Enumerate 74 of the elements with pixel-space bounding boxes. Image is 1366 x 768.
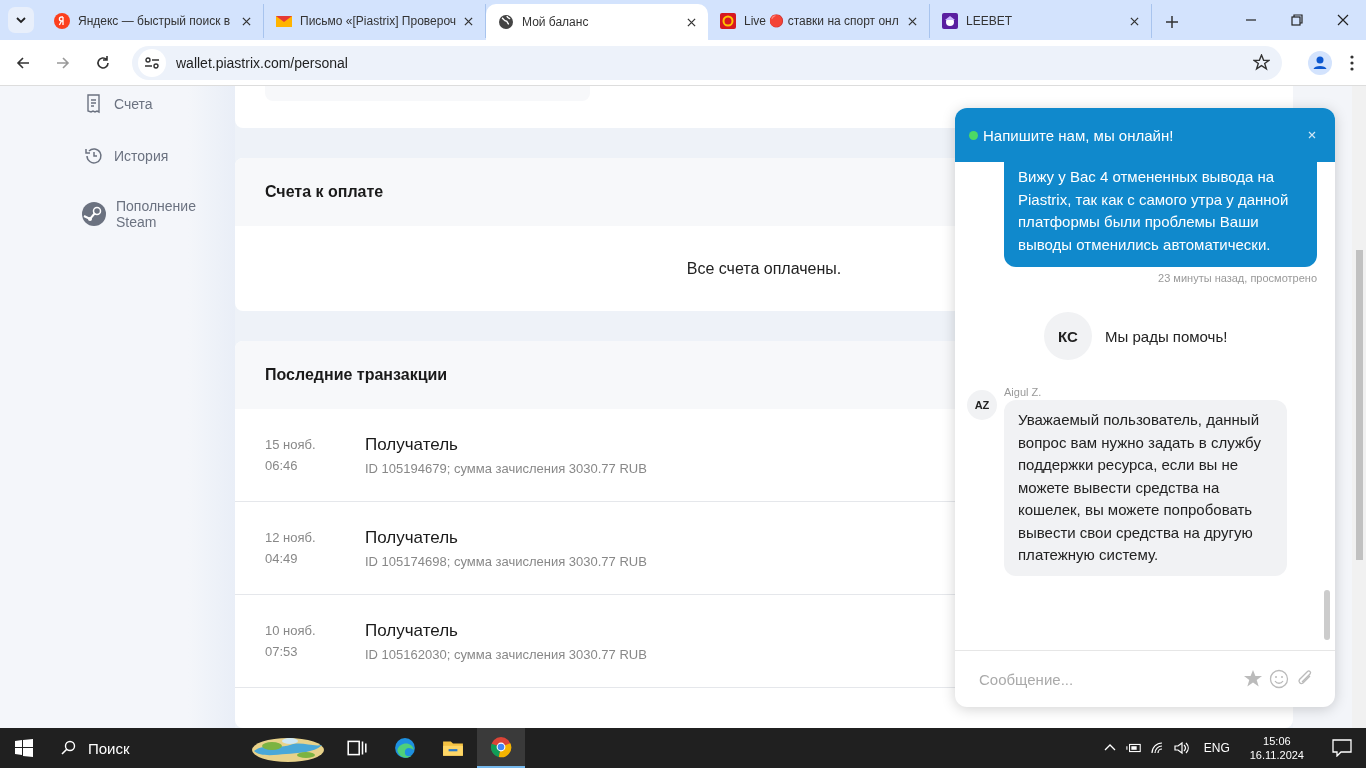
tab-title: Live 🔴 ставки на спорт онл bbox=[744, 14, 900, 28]
section-title: Счета к оплате bbox=[265, 183, 384, 201]
avatar: КС bbox=[1044, 312, 1092, 360]
transaction-date: 12 нояб. bbox=[265, 530, 317, 545]
url-text: wallet.piastrix.com/personal bbox=[176, 54, 349, 71]
tab-title: Мой баланс bbox=[522, 15, 590, 29]
close-icon[interactable] bbox=[687, 17, 696, 27]
battery-icon[interactable] bbox=[1125, 741, 1142, 755]
browser-tab[interactable]: Письмо «[Piastrix] Провероч bbox=[264, 4, 486, 38]
menu-icon[interactable] bbox=[1350, 54, 1354, 71]
browser-tab[interactable]: LEEBET bbox=[930, 4, 1152, 38]
transaction-title: Получатель bbox=[365, 527, 459, 548]
outgoing-message: Вижу у Вас 4 отмененных вывода на Piastrix, так как с самого утра у данной платформы были проблемы Ваши выводы отменились автоматически. bbox=[1004, 162, 1317, 267]
language-indicator[interactable]: ENG bbox=[1203, 741, 1230, 755]
steam-logo-icon bbox=[82, 202, 106, 226]
new-tab-icon[interactable] bbox=[1166, 16, 1178, 28]
browser-tab[interactable]: Live 🔴 ставки на спорт онл bbox=[708, 4, 930, 38]
scrollbar[interactable] bbox=[1352, 86, 1366, 728]
transaction-date: 10 нояб. bbox=[265, 623, 317, 638]
sidebar-item[interactable]: Пополнение Steam bbox=[84, 198, 235, 230]
incoming-message: Уважаемый пользователь, данный вопрос вам нужно задать в службу поддержки ресурса, если вы не можете вывести средства на кошелек, вы можете попробовать вывести свои средства на другую платежную систему. bbox=[1004, 400, 1287, 576]
letter-logo-icon bbox=[54, 13, 70, 29]
close-icon[interactable] bbox=[908, 16, 917, 26]
tab-title: Письмо «[Piastrix] Провероч bbox=[300, 14, 456, 28]
close-icon[interactable] bbox=[464, 16, 473, 26]
message-input[interactable]: Сообщение... bbox=[977, 669, 1237, 689]
tab-title: Яндекс — быстрый поиск в bbox=[78, 14, 232, 28]
search-icon bbox=[60, 740, 76, 756]
star-icon[interactable] bbox=[1243, 669, 1263, 689]
browser-tab[interactable]: Яндекс — быстрый поиск в bbox=[42, 4, 264, 38]
sidebar-item[interactable]: История bbox=[84, 146, 235, 166]
system-message: Мы рады помочь! bbox=[1105, 327, 1228, 345]
transaction-time: 04:49 bbox=[265, 551, 299, 566]
close-icon[interactable] bbox=[242, 16, 251, 26]
mascot-logo-icon bbox=[942, 13, 958, 29]
envelope-icon bbox=[276, 13, 292, 29]
empty-message: Все счета оплачены. bbox=[686, 259, 842, 278]
transaction-date: 15 нояб. bbox=[265, 437, 317, 452]
search-field[interactable]: Поиск bbox=[86, 738, 240, 758]
tab-list-button[interactable] bbox=[8, 7, 34, 33]
message-status: 23 минуты назад, просмотрено bbox=[1158, 272, 1317, 284]
chevron-down-icon bbox=[15, 14, 27, 26]
site-settings-icon[interactable] bbox=[138, 48, 166, 77]
address-bar[interactable]: wallet.piastrix.com/personal bbox=[132, 45, 1282, 80]
sidebar-item[interactable]: Счета bbox=[84, 94, 235, 114]
scrollbar[interactable] bbox=[1324, 590, 1330, 640]
transaction-title: Получатель bbox=[365, 434, 459, 455]
clock-date[interactable]: 16.11.2024 bbox=[1249, 749, 1304, 761]
browser-logo-icon bbox=[490, 736, 512, 758]
transaction-details: ID 105194679; сумма зачисления 3030.77 RUB bbox=[365, 460, 647, 476]
ring-logo-icon bbox=[720, 13, 736, 29]
section-title: Последние транзакции bbox=[265, 366, 448, 384]
transaction-details: ID 105174698; сумма зачисления 3030.77 RUB bbox=[365, 553, 647, 569]
transaction-title: Получатель bbox=[365, 620, 459, 641]
tab-title: LEEBET bbox=[966, 14, 1014, 28]
transaction-time: 07:53 bbox=[265, 644, 299, 659]
clock-time[interactable]: 15:06 bbox=[1263, 735, 1291, 747]
close-icon[interactable] bbox=[1130, 16, 1139, 26]
volume-icon[interactable] bbox=[1173, 741, 1190, 755]
history-icon bbox=[84, 146, 104, 166]
sidebar-label: Счета bbox=[114, 96, 154, 112]
sidebar-label: История bbox=[114, 148, 170, 164]
author-name: Aigul Z. bbox=[1004, 386, 1043, 398]
transaction-details: ID 105162030; сумма зачисления 3030.77 RUB bbox=[365, 646, 647, 662]
chat-title: Напишите нам, мы онлайн! bbox=[983, 126, 1175, 144]
globe-icon bbox=[498, 14, 514, 30]
bookmark-star-icon[interactable] bbox=[1253, 54, 1270, 71]
taskbar-app[interactable] bbox=[477, 728, 525, 768]
browser-tab[interactable]: Мой баланс bbox=[486, 4, 708, 40]
profile-icon[interactable] bbox=[1308, 50, 1332, 75]
sidebar-label: Пополнение Steam bbox=[116, 198, 197, 230]
avatar: AZ bbox=[967, 390, 997, 420]
transaction-time: 06:46 bbox=[265, 458, 299, 473]
wave-logo-icon bbox=[394, 737, 416, 759]
